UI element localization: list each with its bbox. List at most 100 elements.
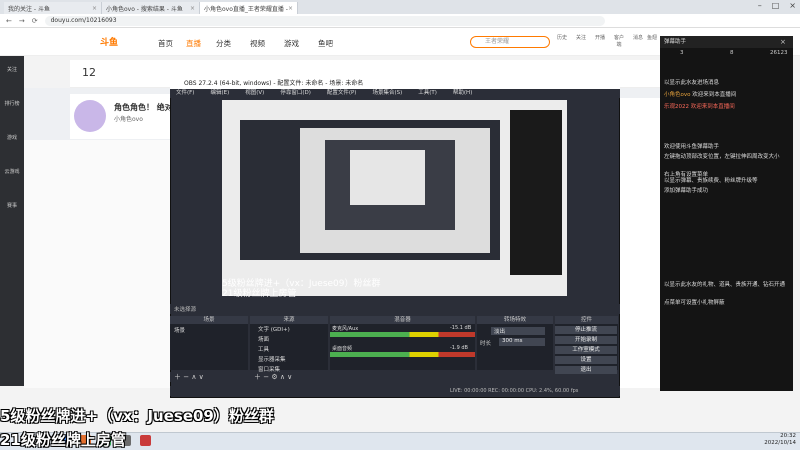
menu-help[interactable]: 帮助(H) — [453, 89, 472, 98]
source-item[interactable]: 显示器采集 — [250, 354, 328, 364]
streamer-name[interactable]: 小角色ovo — [114, 114, 143, 123]
streamer-card: 角色角色！ 绝对 小角色ovo — [70, 94, 173, 139]
obs-menubar: 文件(F) 编辑(E) 视图(V) 停靠窗口(D) 配置文件(P) 场景集合(S… — [170, 89, 620, 98]
transition-select[interactable]: 淡出 — [491, 327, 545, 335]
chat-text: 欢迎来到本直播间 — [690, 104, 735, 110]
subtitle-line-1: 5级粉丝牌进+（vx：Juese09）粉丝群 — [0, 407, 274, 425]
forward-icon[interactable]: → — [19, 17, 25, 25]
source-item[interactable]: 文字 (GDI+) — [250, 324, 328, 334]
chat-line: 乐观2022 欢迎来到本直播间 — [664, 102, 735, 110]
clock: 20:32 2022/10/14 — [764, 433, 796, 447]
chat-line: 添加弹幕助手成功 — [664, 188, 709, 194]
stat-count: 3 — [680, 50, 684, 56]
broadcast-icon[interactable]: 开播 — [593, 34, 607, 41]
close-icon[interactable]: × — [780, 38, 786, 46]
menu-scene-collection[interactable]: 场景集合(S) — [372, 89, 402, 98]
search-input[interactable]: 王者荣耀 — [470, 36, 550, 48]
close-window-icon[interactable]: × — [789, 1, 796, 10]
page-right-area — [620, 98, 660, 388]
address-bar: ← → ⟳ douyu.com/10216093 — [0, 14, 800, 28]
exit-button[interactable]: 退出 — [555, 366, 617, 374]
sidebar-item-cloudgame[interactable]: 云游戏 — [2, 168, 22, 175]
menu-tools[interactable]: 工具(T) — [418, 89, 437, 98]
duration-label: 时长 — [480, 341, 492, 347]
history-icon[interactable]: 历史 — [555, 34, 569, 41]
transition-panel: 淡出 时长 300 ms — [477, 324, 553, 370]
chat-line: 以显示此水友的礼物、道具、贵族开通、钻石开通 — [664, 282, 786, 288]
dock-mixer-title: 混音器 — [330, 316, 475, 324]
studio-mode-button[interactable]: 工作室模式 — [555, 346, 617, 354]
avatar[interactable] — [74, 100, 106, 132]
volume-meter — [330, 332, 475, 337]
maximize-icon[interactable]: □ — [772, 1, 780, 10]
source-item[interactable]: 场面 — [250, 334, 328, 344]
no-source-label: 未选择源 — [174, 307, 197, 313]
chat-user[interactable]: 小角色ovo — [664, 92, 691, 98]
tab-label: 小角色ovo - 搜索结果 - 斗鱼 — [106, 5, 183, 13]
source-list: 文字 (GDI+) 场面 工具 显示器采集 窗口采集 — [250, 324, 328, 373]
minimize-icon[interactable]: – — [758, 1, 762, 10]
stat-count: 8 — [730, 50, 734, 56]
room-title: 角色角色！ 绝对 — [114, 103, 173, 112]
menu-profile[interactable]: 配置文件(P) — [327, 89, 357, 98]
assistant-title[interactable]: 弹幕助手 — [660, 36, 793, 48]
client-icon[interactable]: 客户端 — [612, 34, 626, 48]
close-icon[interactable]: × — [190, 5, 195, 12]
close-icon[interactable]: × — [288, 5, 293, 12]
nav-category[interactable]: 分类 — [216, 38, 231, 49]
mixer-channel-db: -1.9 dB — [450, 345, 468, 351]
dock-transition-title: 转场特效 — [477, 316, 553, 324]
chat-line: 以显示此水友进场消息 — [664, 80, 720, 86]
preview-chat-panel — [510, 110, 562, 275]
tab-bar: 我的关注 - 斗鱼 × 小角色ovo - 搜索结果 - 斗鱼 × 小角色ovo直播_… — [0, 0, 800, 14]
follow-icon[interactable]: 关注 — [574, 34, 588, 41]
stop-streaming-button[interactable]: 停止推流 — [555, 326, 617, 334]
duration-input[interactable]: 300 ms — [499, 338, 545, 346]
menu-view[interactable]: 视图(V) — [245, 89, 264, 98]
obs-title: OBS 27.2.4 (64-bit, windows) - 配置文件: 未命名… — [170, 78, 620, 89]
nested-preview — [350, 150, 425, 205]
sidebar-item-events[interactable]: 赛事 — [2, 202, 22, 209]
message-icon[interactable]: 消息 — [631, 34, 645, 41]
chat-line: 欢迎使用斗鱼弹幕助手 — [664, 144, 720, 150]
url-input[interactable]: douyu.com/10216093 — [44, 15, 605, 26]
nav-video[interactable]: 视频 — [250, 38, 265, 49]
menu-edit[interactable]: 编辑(E) — [210, 89, 229, 98]
source-item[interactable]: 工具 — [250, 344, 328, 354]
nav-yuba[interactable]: 鱼吧 — [318, 38, 333, 49]
fish-fin-icon[interactable]: 鱼翅 — [645, 34, 659, 41]
dock-scenes-title: 场景 — [170, 316, 248, 324]
reload-icon[interactable]: ⟳ — [32, 17, 38, 25]
close-icon[interactable]: × — [92, 5, 97, 12]
mixer-channel-db: -15.1 dB — [450, 325, 472, 331]
back-icon[interactable]: ← — [6, 17, 12, 25]
sidebar-item-rank[interactable]: 排行榜 — [2, 100, 22, 107]
mixer-channel-name: 麦克风/Aux — [332, 326, 359, 332]
start-recording-button[interactable]: 开始录制 — [555, 336, 617, 344]
site-logo[interactable]: 斗鱼 — [100, 35, 136, 48]
app-icon[interactable] — [140, 435, 151, 446]
chat-line: 左键拖动顶部改变位置，左键拉伸四周改变大小 — [664, 154, 780, 160]
chat-user[interactable]: 乐观2022 — [664, 104, 689, 110]
chat-line: 点菜单可设置小礼物屏蔽 — [664, 300, 725, 306]
source-toolbar: 未选择源 — [170, 304, 620, 314]
scene-item[interactable]: 场景 — [170, 324, 248, 336]
preview-subtitle-2: 21级粉丝牌上房管 — [222, 289, 297, 299]
browser-tab-active[interactable]: 小角色ovo直播_王者荣耀直播 - × — [200, 2, 298, 14]
scene-add-icon[interactable]: ＋ − ∧ ∨ — [170, 372, 248, 382]
sidebar-item-games[interactable]: 游戏 — [2, 134, 22, 141]
settings-button[interactable]: 设置 — [555, 356, 617, 364]
nav-live[interactable]: 直播 — [186, 38, 201, 49]
browser-tab[interactable]: 小角色ovo - 搜索结果 - 斗鱼 × — [102, 2, 200, 14]
window-controls: – □ × — [758, 1, 796, 10]
sidebar-item-follow[interactable]: 关注 — [2, 66, 22, 73]
source-add-icon[interactable]: ＋ − ⚙ ∧ ∨ — [250, 372, 328, 382]
nav-games[interactable]: 游戏 — [284, 38, 299, 49]
volume-meter — [330, 352, 475, 357]
menu-file[interactable]: 文件(F) — [176, 89, 194, 98]
menu-docks[interactable]: 停靠窗口(D) — [280, 89, 311, 98]
nav-home[interactable]: 首页 — [158, 38, 173, 49]
dock-controls-title: 控件 — [555, 316, 618, 324]
browser-tab[interactable]: 我的关注 - 斗鱼 × — [4, 2, 102, 14]
chat-line: 以显示弹幕、贵族续费、粉丝牌升级等 — [664, 178, 758, 184]
